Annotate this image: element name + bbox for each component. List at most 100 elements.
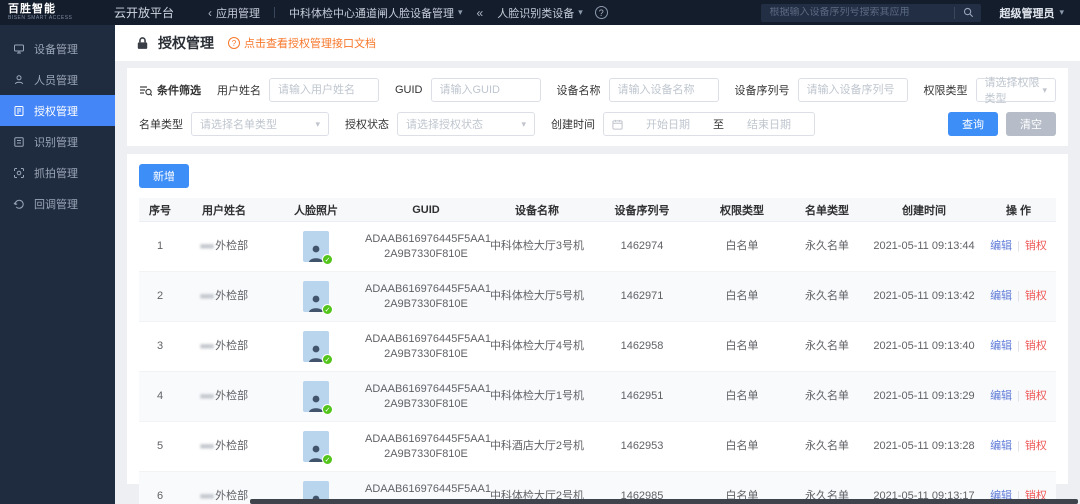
end-date-placeholder: 结束日期 — [747, 119, 791, 131]
chevron-down-icon: ▾ — [315, 118, 320, 129]
table-panel: 新增 序号 用户姓名 人脸照片 GUID 设备名称 设备序列号 权限类型 名单类型 创建时间 操 … — [127, 154, 1068, 504]
revoke-link[interactable]: 销权 — [1025, 290, 1047, 302]
face-photo[interactable]: ✓ — [303, 381, 333, 415]
face-photo-cell: ✓ — [267, 281, 365, 315]
username-input[interactable] — [269, 78, 379, 102]
face-photo[interactable]: ✓ — [303, 281, 333, 315]
revoke-link[interactable]: 销权 — [1025, 240, 1047, 252]
table-body: 1 ■■■ 外检部 ✓ ADAAB616976445F5AA1 2A9B7330F810E… — [139, 222, 1056, 504]
perm-type-cell: 白名单 — [725, 240, 759, 252]
guid-cell: ADAAB616976445F5AA12A9B7330F810E — [365, 382, 491, 410]
api-doc-link[interactable]: ? 点击查看授权管理接口文档 — [228, 35, 376, 51]
edit-link[interactable]: 编辑 — [990, 290, 1012, 302]
list-type-cell: 永久名单 — [805, 390, 849, 402]
back-to-app-management[interactable]: ‹ 应用管理 — [208, 5, 260, 21]
row-index: 5 — [156, 440, 164, 452]
masked-name-prefix: ■■■ — [199, 241, 214, 251]
user-menu[interactable]: 超级管理员 ▾ — [999, 5, 1064, 21]
guid-cell: ADAAB616976445F5AA12A9B7330F810E — [365, 282, 491, 310]
clear-button[interactable]: 清空 — [1006, 112, 1056, 136]
filter-row-2: 名单类型 请选择名单类型 ▾ 授权状态 请选择授权状态 ▾ 创建时间 开始日期 … — [139, 112, 1056, 136]
chevron-down-icon: ▾ — [1059, 7, 1064, 17]
search-button[interactable]: 查询 — [948, 112, 998, 136]
face-photo-cell: ✓ — [267, 231, 365, 265]
perm-type-cell: 白名单 — [725, 340, 759, 352]
check-badge-icon: ✓ — [322, 404, 333, 415]
sidebar-item-label: 设备管理 — [34, 43, 78, 56]
face-photo[interactable]: ✓ — [303, 431, 333, 465]
auth-status-placeholder: 请选择授权状态 — [406, 119, 483, 131]
back-label: 应用管理 — [216, 7, 261, 20]
column-header: 人脸照片 — [294, 204, 338, 217]
created-time-cell: 2021-05-11 09:13:42 — [873, 290, 975, 302]
column-header: 序号 — [149, 204, 171, 217]
edit-link[interactable]: 编辑 — [990, 390, 1012, 402]
device-name-cell: 中科体检大厅3号机 — [489, 240, 585, 252]
help-icon: ? — [228, 37, 240, 49]
user-name-suffix: 外检部 — [215, 390, 249, 402]
sidebar-item-callback-management[interactable]: 回调管理 — [0, 188, 115, 219]
filter-section-label: 条件筛选 — [157, 85, 201, 97]
sidebar-item-device-management[interactable]: 设备管理 — [0, 33, 115, 64]
masked-name-prefix: ■■■ — [199, 391, 214, 401]
row-index: 6 — [156, 490, 164, 502]
create-time-range-picker[interactable]: 开始日期 至 结束日期 — [603, 112, 815, 136]
search-icon[interactable] — [955, 7, 981, 18]
topbar: 百胜智能 BISEN SMART ACCESS 云开放平台 ‹ 应用管理 中科体… — [0, 0, 1080, 25]
perm-type-placeholder: 请选择权限类型 — [984, 77, 1040, 105]
authorization-icon — [13, 105, 25, 117]
edit-link[interactable]: 编辑 — [990, 240, 1012, 252]
user-name-cell: ■■■ 外检部 — [181, 339, 267, 354]
filter-section: 条件筛选 — [139, 82, 201, 98]
perm-type-select[interactable]: 请选择权限类型 ▾ — [975, 77, 1056, 105]
list-type-select[interactable]: 请选择名单类型 ▾ — [191, 112, 329, 136]
app-selector-dropdown[interactable]: 中科体检中心通道闸人脸设备管理 ▾ — [289, 5, 463, 21]
sidebar-item-label: 回调管理 — [34, 198, 78, 211]
device-type-dropdown[interactable]: 人脸识别类设备 ▾ — [497, 5, 583, 21]
add-button[interactable]: 新增 — [139, 164, 189, 188]
revoke-link[interactable]: 销权 — [1025, 340, 1047, 352]
guid-label: GUID — [395, 84, 423, 96]
user-name: 超级管理员 — [999, 7, 1055, 20]
masked-name-prefix: ■■■ — [199, 491, 214, 501]
row-index: 3 — [156, 340, 164, 352]
recognition-icon — [13, 136, 25, 148]
guid-input[interactable] — [430, 78, 541, 102]
list-type-cell: 永久名单 — [805, 240, 849, 252]
revoke-link[interactable]: 销权 — [1025, 440, 1047, 452]
device-name-input[interactable] — [608, 78, 719, 102]
user-name-cell: ■■■ 外检部 — [181, 289, 267, 304]
edit-link[interactable]: 编辑 — [990, 440, 1012, 452]
api-doc-link-label: 点击查看授权管理接口文档 — [244, 38, 376, 50]
person-icon — [13, 74, 25, 86]
face-photo[interactable]: ✓ — [303, 331, 333, 365]
topbar-search — [761, 3, 982, 22]
face-photo[interactable]: ✓ — [303, 231, 333, 265]
serial-input[interactable] — [797, 78, 908, 102]
table-row: 3 ■■■ 外检部 ✓ ADAAB616976445F5AA1 2A9B7330F810E… — [139, 322, 1056, 372]
user-name-suffix: 外检部 — [215, 340, 249, 352]
serial-search-input[interactable] — [761, 7, 955, 18]
app-selector-label: 中科体检中心通道闸人脸设备管理 — [289, 7, 455, 20]
check-badge-icon: ✓ — [322, 454, 333, 465]
device-name-cell: 中科体检大厅4号机 — [489, 340, 585, 352]
edit-link[interactable]: 编辑 — [990, 340, 1012, 352]
masked-name-prefix: ■■■ — [199, 341, 214, 351]
sidebar-item-capture-management[interactable]: 抓拍管理 — [0, 157, 115, 188]
callback-icon — [13, 198, 25, 210]
ops-cell: 编辑 | 销权 — [981, 339, 1056, 354]
perm-type-cell: 白名单 — [725, 390, 759, 402]
sidebar-item-person-management[interactable]: 人员管理 — [0, 64, 115, 95]
auth-status-label: 授权状态 — [345, 119, 389, 131]
collapse-icon[interactable]: « — [477, 6, 484, 20]
sidebar-item-recognition-management[interactable]: 识别管理 — [0, 126, 115, 157]
ops-divider: | — [1017, 240, 1020, 252]
capture-icon — [13, 167, 25, 179]
sidebar-item-authorization-management[interactable]: 授权管理 — [0, 95, 115, 126]
ops-cell: 编辑 | 销权 — [981, 239, 1056, 254]
help-icon[interactable]: ? — [594, 6, 608, 19]
auth-status-select[interactable]: 请选择授权状态 ▾ — [397, 112, 535, 136]
revoke-link[interactable]: 销权 — [1025, 390, 1047, 402]
horizontal-scrollbar-thumb[interactable] — [250, 499, 1078, 504]
masked-name-prefix: ■■■ — [199, 291, 214, 301]
